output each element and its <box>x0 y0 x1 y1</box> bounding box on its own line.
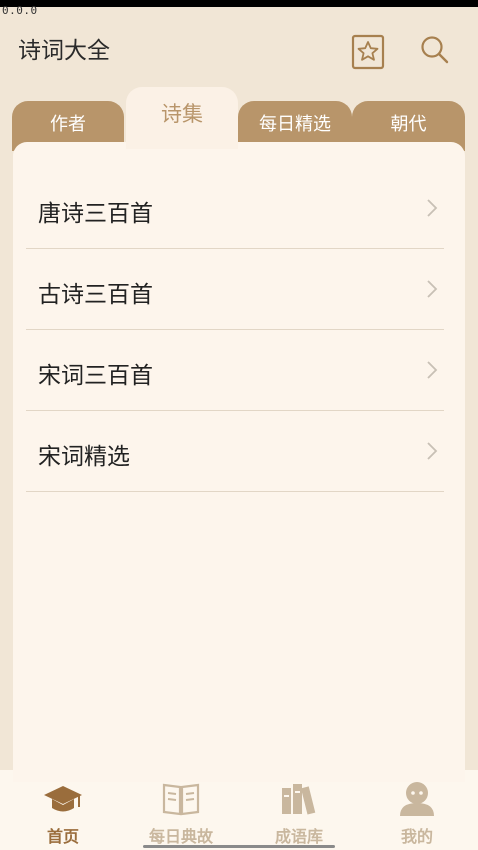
search-icon <box>421 36 449 64</box>
home-indicator <box>143 845 335 848</box>
list-item[interactable]: 唐诗三百首 <box>26 168 444 249</box>
user-avatar-icon <box>400 782 434 816</box>
list-item-label: 唐诗三百首 <box>38 201 153 227</box>
star-bookmark-icon <box>351 34 385 70</box>
list-item-label: 古诗三百首 <box>38 282 153 308</box>
nav-profile[interactable]: 我的 <box>367 770 467 850</box>
page-title: 诗词大全 <box>18 38 110 64</box>
status-bar <box>0 0 478 7</box>
nav-label: 首页 <box>46 827 79 846</box>
bottom-navigation: 首页 每日典故 成语库 我的 <box>0 770 478 850</box>
nav-label: 成语库 <box>274 827 323 846</box>
bookshelf-icon <box>282 784 316 815</box>
tab-collections[interactable]: 诗集 <box>126 87 238 149</box>
nav-idiom-library[interactable]: 成语库 <box>249 770 349 850</box>
list-item[interactable]: 宋词精选 <box>26 411 444 492</box>
top-bar: 诗词大全 <box>0 7 478 87</box>
chevron-right-icon <box>427 361 438 379</box>
list-item[interactable]: 宋词三百首 <box>26 330 444 411</box>
list-item[interactable]: 古诗三百首 <box>26 249 444 330</box>
collection-panel: 唐诗三百首 古诗三百首 宋词三百首 宋词精选 <box>13 142 465 782</box>
nav-home[interactable]: 首页 <box>13 770 113 850</box>
chevron-right-icon <box>427 199 438 217</box>
nav-daily-allusion[interactable]: 每日典故 <box>131 770 231 850</box>
chevron-right-icon <box>427 442 438 460</box>
graduation-cap-icon <box>44 786 82 812</box>
favorites-button[interactable] <box>351 34 385 70</box>
nav-label: 每日典故 <box>148 827 213 846</box>
list-item-label: 宋词精选 <box>38 444 130 470</box>
chevron-right-icon <box>427 280 438 298</box>
list-item-label: 宋词三百首 <box>38 363 153 389</box>
open-book-icon <box>162 783 200 816</box>
search-button[interactable] <box>418 33 452 67</box>
nav-label: 我的 <box>400 827 433 846</box>
